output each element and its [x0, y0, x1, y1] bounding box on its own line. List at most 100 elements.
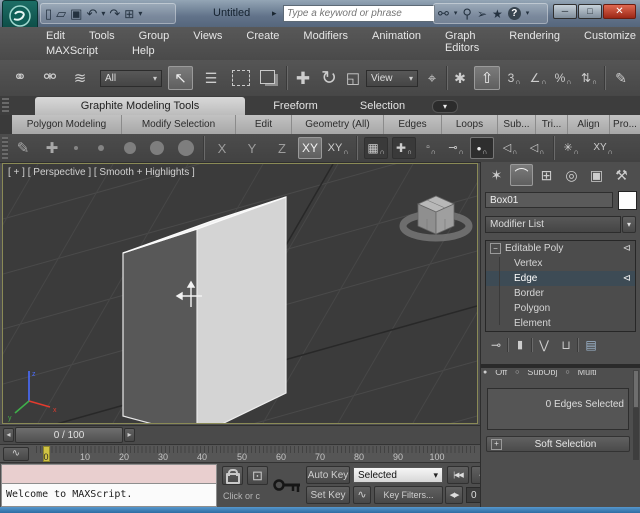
workspace-icon[interactable]: ⊞ — [124, 8, 134, 20]
constraint-xy-snap-icon[interactable]: XY ∩ — [326, 137, 350, 159]
stack-pin-icon[interactable]: ⊲ — [623, 273, 631, 284]
snap-settings-icon[interactable]: ✳ ∩ — [560, 137, 582, 159]
use-pivot-center-icon[interactable]: ⌖ — [422, 68, 442, 88]
redo-icon[interactable]: ↷ — [109, 7, 120, 20]
help-icon[interactable]: ? — [507, 7, 521, 20]
set-keys-button[interactable] — [272, 465, 302, 505]
open-file-icon[interactable]: ▱ — [56, 7, 66, 20]
open-mini-curve-editor-button[interactable]: ∿ — [3, 447, 29, 461]
midpoint-snap-button[interactable]: • ∩ — [470, 137, 494, 159]
menu-animation[interactable]: Animation — [368, 29, 425, 55]
menu-help[interactable]: Help — [128, 44, 159, 58]
search-binoculars-icon[interactable]: ⚯ — [438, 7, 449, 20]
add-subobject-icon[interactable]: ✚ — [42, 139, 62, 157]
edit-poly-mode-icon[interactable]: ✎ — [12, 139, 34, 157]
panel-tab-align[interactable]: Align — [568, 115, 610, 134]
window-maximize-button[interactable]: □ — [578, 4, 602, 19]
menu-rendering[interactable]: Rendering — [505, 29, 564, 55]
configure-modifier-sets-icon[interactable]: ▤ — [579, 339, 603, 351]
search-caret-icon[interactable]: ▾ — [454, 10, 458, 17]
constraint-z-button[interactable]: Z — [272, 139, 292, 157]
subscription-key-icon[interactable]: ⚲ — [462, 7, 472, 20]
maxscript-listener-pink[interactable] — [1, 464, 217, 484]
bind-to-spacewarp-icon[interactable]: ≋ — [68, 68, 92, 88]
undo-caret-icon[interactable]: ▾ — [101, 9, 105, 18]
undo-icon[interactable]: ↶ — [86, 7, 97, 20]
xy-snap-icon[interactable]: XY ∩ — [590, 137, 616, 159]
select-and-move-icon[interactable]: ✚ — [291, 67, 315, 89]
select-by-name-icon[interactable]: ☰ — [198, 68, 224, 88]
angle-snap-icon[interactable]: ∠ ∩ — [528, 68, 548, 88]
rectangular-selection-icon[interactable] — [232, 70, 250, 86]
select-and-link-icon[interactable]: ⚭ — [8, 68, 32, 88]
time-slider-next-button[interactable]: ▸ — [124, 428, 135, 442]
utilities-tab-icon[interactable]: ⚒ — [610, 164, 633, 186]
ribbon-grip[interactable] — [2, 98, 9, 113]
spinner-snap-icon[interactable]: ⇅ ∩ — [578, 68, 600, 88]
panel-scrollbar-thumb[interactable] — [633, 370, 639, 408]
window-crossing-icon[interactable] — [260, 70, 275, 84]
reference-coordinate-dropdown[interactable]: View ▾ — [366, 70, 418, 87]
select-and-rotate-icon[interactable]: ↻ — [317, 66, 341, 90]
constraint-xy-button[interactable]: XY — [298, 137, 322, 159]
select-and-manipulate-icon[interactable]: ✱ — [450, 68, 470, 88]
subobject-element-dot[interactable] — [178, 140, 194, 156]
menu-customize[interactable]: Customize — [580, 29, 640, 55]
stack-row-edge[interactable]: Edge ⊲ — [486, 271, 635, 286]
panel-scrollbar-track[interactable] — [633, 370, 639, 460]
panel-tab-tri[interactable]: Tri... — [536, 115, 568, 134]
unlink-selection-icon[interactable]: ⚮ — [38, 68, 62, 88]
radio-multi-icon[interactable]: ○ — [565, 370, 569, 376]
preview-option-subobj[interactable]: SubObj — [527, 370, 557, 377]
soft-selection-rollout[interactable]: + Soft Selection — [486, 436, 630, 452]
stack-row-polygon[interactable]: Polygon — [486, 301, 635, 316]
tab-graphite-modeling-tools[interactable]: Graphite Modeling Tools — [35, 97, 245, 115]
collapse-box-icon[interactable]: − — [490, 243, 501, 254]
percent-snap-icon[interactable]: % ∩ — [552, 68, 574, 88]
key-mode-selection-dropdown[interactable]: Selected ▾ — [353, 467, 443, 483]
subobject-border-dot[interactable] — [124, 142, 136, 154]
constraint-x-button[interactable]: X — [212, 139, 232, 157]
infocenter-arrow-icon[interactable]: ▸ — [272, 9, 277, 18]
auto-key-button[interactable]: Auto Key — [306, 466, 350, 484]
key-filters-button[interactable]: Key Filters... — [374, 486, 443, 504]
stack-row-border[interactable]: Border — [486, 286, 635, 301]
save-file-icon[interactable]: ▣ — [70, 7, 82, 20]
stack-pin-icon[interactable]: ⊲ — [623, 243, 631, 254]
panel-tab-modify-selection[interactable]: Modify Selection — [122, 115, 236, 134]
modify-tab-icon[interactable]: ⌒ — [510, 164, 533, 186]
go-to-start-button[interactable]: |◀◀ — [447, 466, 469, 484]
panel-tab-edit[interactable]: Edit — [236, 115, 292, 134]
selection-lock-button[interactable] — [222, 466, 243, 485]
modifier-list-dropdown[interactable]: Modifier List — [485, 216, 621, 233]
named-selection-sets-icon[interactable]: ✎ — [610, 68, 632, 88]
endpoint-snap-icon[interactable]: ⊸ ∩ — [445, 137, 467, 159]
favorites-star-icon[interactable]: ★ — [492, 8, 503, 20]
subobject-polygon-dot[interactable] — [150, 141, 164, 155]
tab-freeform[interactable]: Freeform — [258, 97, 333, 115]
time-slider-prev-button[interactable]: ◂ — [3, 428, 14, 442]
communication-center-icon[interactable]: ➢ — [477, 8, 487, 20]
selection-filter-dropdown[interactable]: All ▾ — [100, 70, 162, 87]
panel-tab-geometry-all[interactable]: Geometry (All) — [292, 115, 384, 134]
constraint-y-button[interactable]: Y — [242, 139, 262, 157]
hierarchy-tab-icon[interactable]: ⊞ — [535, 164, 558, 186]
new-file-icon[interactable]: ▯ — [45, 7, 52, 20]
make-unique-icon[interactable]: ⋁ — [533, 339, 555, 351]
radio-subobj-icon[interactable]: ○ — [515, 370, 519, 376]
motion-tab-icon[interactable]: ◎ — [560, 164, 583, 186]
stack-row-editable-poly[interactable]: − Editable Poly ⊲ — [486, 241, 635, 256]
menu-views[interactable]: Views — [189, 29, 226, 55]
radio-off-selected-icon[interactable]: ● — [483, 370, 487, 376]
maxscript-listener-white[interactable]: Welcome to MAXScript. — [1, 484, 217, 507]
track-bar[interactable]: ∿ 0 10 20 30 40 50 60 70 80 90 100 — [0, 444, 480, 463]
panel-tab-sub[interactable]: Sub... — [498, 115, 536, 134]
face-snap-icon[interactable]: ◁ ∩ — [499, 137, 521, 159]
keyboard-override-button[interactable]: ⇧ — [474, 66, 500, 90]
create-tab-icon[interactable]: ✶ — [485, 164, 508, 186]
select-object-button[interactable]: ↖ — [168, 66, 193, 90]
grid-snap-button[interactable]: ▦ ∩ — [364, 137, 388, 159]
snap-toggle-3d-icon[interactable]: 3 ∩ — [504, 68, 524, 88]
menu-graph-editors[interactable]: Graph Editors — [441, 29, 489, 55]
stack-row-vertex[interactable]: Vertex — [486, 256, 635, 271]
